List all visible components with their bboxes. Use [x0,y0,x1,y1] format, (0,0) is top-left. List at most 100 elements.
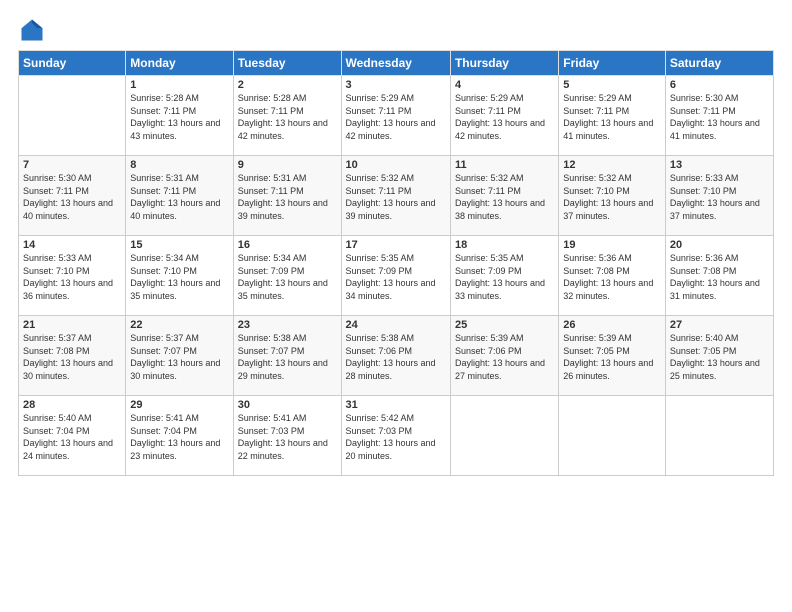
calendar-cell: 8Sunrise: 5:31 AMSunset: 7:11 PMDaylight… [126,156,233,236]
day-info: Sunrise: 5:34 AMSunset: 7:10 PMDaylight:… [130,252,228,302]
day-info: Sunrise: 5:39 AMSunset: 7:05 PMDaylight:… [563,332,661,382]
day-number: 29 [130,399,228,411]
calendar-cell: 16Sunrise: 5:34 AMSunset: 7:09 PMDayligh… [233,236,341,316]
calendar-cell [559,396,666,476]
calendar-cell [19,76,126,156]
day-info: Sunrise: 5:29 AMSunset: 7:11 PMDaylight:… [346,92,446,142]
calendar-cell: 10Sunrise: 5:32 AMSunset: 7:11 PMDayligh… [341,156,450,236]
calendar-cell: 7Sunrise: 5:30 AMSunset: 7:11 PMDaylight… [19,156,126,236]
week-row-3: 21Sunrise: 5:37 AMSunset: 7:08 PMDayligh… [19,316,774,396]
day-info: Sunrise: 5:40 AMSunset: 7:04 PMDaylight:… [23,412,121,462]
calendar-cell: 18Sunrise: 5:35 AMSunset: 7:09 PMDayligh… [450,236,558,316]
calendar-table: SundayMondayTuesdayWednesdayThursdayFrid… [18,50,774,476]
day-number: 19 [563,239,661,251]
calendar-cell: 21Sunrise: 5:37 AMSunset: 7:08 PMDayligh… [19,316,126,396]
day-number: 3 [346,79,446,91]
calendar-cell: 15Sunrise: 5:34 AMSunset: 7:10 PMDayligh… [126,236,233,316]
page: SundayMondayTuesdayWednesdayThursdayFrid… [0,0,792,612]
day-info: Sunrise: 5:42 AMSunset: 7:03 PMDaylight:… [346,412,446,462]
calendar-cell: 5Sunrise: 5:29 AMSunset: 7:11 PMDaylight… [559,76,666,156]
day-number: 4 [455,79,554,91]
day-info: Sunrise: 5:34 AMSunset: 7:09 PMDaylight:… [238,252,337,302]
header-day-saturday: Saturday [665,51,773,76]
calendar-cell: 9Sunrise: 5:31 AMSunset: 7:11 PMDaylight… [233,156,341,236]
day-info: Sunrise: 5:40 AMSunset: 7:05 PMDaylight:… [670,332,769,382]
week-row-4: 28Sunrise: 5:40 AMSunset: 7:04 PMDayligh… [19,396,774,476]
day-number: 9 [238,159,337,171]
calendar-header: SundayMondayTuesdayWednesdayThursdayFrid… [19,51,774,76]
day-info: Sunrise: 5:28 AMSunset: 7:11 PMDaylight:… [130,92,228,142]
day-number: 1 [130,79,228,91]
day-number: 13 [670,159,769,171]
calendar-cell: 31Sunrise: 5:42 AMSunset: 7:03 PMDayligh… [341,396,450,476]
day-number: 24 [346,319,446,331]
calendar-cell: 14Sunrise: 5:33 AMSunset: 7:10 PMDayligh… [19,236,126,316]
header-row: SundayMondayTuesdayWednesdayThursdayFrid… [19,51,774,76]
calendar-cell: 4Sunrise: 5:29 AMSunset: 7:11 PMDaylight… [450,76,558,156]
day-number: 8 [130,159,228,171]
day-info: Sunrise: 5:38 AMSunset: 7:06 PMDaylight:… [346,332,446,382]
day-number: 7 [23,159,121,171]
day-number: 22 [130,319,228,331]
day-info: Sunrise: 5:37 AMSunset: 7:08 PMDaylight:… [23,332,121,382]
day-number: 27 [670,319,769,331]
day-info: Sunrise: 5:37 AMSunset: 7:07 PMDaylight:… [130,332,228,382]
calendar-cell: 11Sunrise: 5:32 AMSunset: 7:11 PMDayligh… [450,156,558,236]
day-info: Sunrise: 5:36 AMSunset: 7:08 PMDaylight:… [563,252,661,302]
day-info: Sunrise: 5:35 AMSunset: 7:09 PMDaylight:… [455,252,554,302]
calendar-cell: 29Sunrise: 5:41 AMSunset: 7:04 PMDayligh… [126,396,233,476]
day-number: 28 [23,399,121,411]
day-number: 2 [238,79,337,91]
calendar-cell: 3Sunrise: 5:29 AMSunset: 7:11 PMDaylight… [341,76,450,156]
calendar-cell: 19Sunrise: 5:36 AMSunset: 7:08 PMDayligh… [559,236,666,316]
calendar-cell: 30Sunrise: 5:41 AMSunset: 7:03 PMDayligh… [233,396,341,476]
day-number: 30 [238,399,337,411]
calendar-cell: 1Sunrise: 5:28 AMSunset: 7:11 PMDaylight… [126,76,233,156]
day-info: Sunrise: 5:31 AMSunset: 7:11 PMDaylight:… [130,172,228,222]
calendar-cell: 25Sunrise: 5:39 AMSunset: 7:06 PMDayligh… [450,316,558,396]
day-info: Sunrise: 5:33 AMSunset: 7:10 PMDaylight:… [23,252,121,302]
header-day-sunday: Sunday [19,51,126,76]
day-info: Sunrise: 5:33 AMSunset: 7:10 PMDaylight:… [670,172,769,222]
calendar-cell [450,396,558,476]
day-info: Sunrise: 5:38 AMSunset: 7:07 PMDaylight:… [238,332,337,382]
week-row-1: 7Sunrise: 5:30 AMSunset: 7:11 PMDaylight… [19,156,774,236]
calendar-cell: 2Sunrise: 5:28 AMSunset: 7:11 PMDaylight… [233,76,341,156]
day-number: 25 [455,319,554,331]
header-day-tuesday: Tuesday [233,51,341,76]
day-number: 21 [23,319,121,331]
day-number: 26 [563,319,661,331]
week-row-2: 14Sunrise: 5:33 AMSunset: 7:10 PMDayligh… [19,236,774,316]
header-day-friday: Friday [559,51,666,76]
calendar-cell: 28Sunrise: 5:40 AMSunset: 7:04 PMDayligh… [19,396,126,476]
calendar-cell: 22Sunrise: 5:37 AMSunset: 7:07 PMDayligh… [126,316,233,396]
day-number: 15 [130,239,228,251]
day-info: Sunrise: 5:29 AMSunset: 7:11 PMDaylight:… [455,92,554,142]
calendar-cell: 27Sunrise: 5:40 AMSunset: 7:05 PMDayligh… [665,316,773,396]
day-number: 14 [23,239,121,251]
calendar-cell: 26Sunrise: 5:39 AMSunset: 7:05 PMDayligh… [559,316,666,396]
header-day-thursday: Thursday [450,51,558,76]
day-info: Sunrise: 5:36 AMSunset: 7:08 PMDaylight:… [670,252,769,302]
calendar-cell: 23Sunrise: 5:38 AMSunset: 7:07 PMDayligh… [233,316,341,396]
calendar-cell: 24Sunrise: 5:38 AMSunset: 7:06 PMDayligh… [341,316,450,396]
day-number: 10 [346,159,446,171]
day-number: 20 [670,239,769,251]
logo [18,16,50,44]
day-info: Sunrise: 5:30 AMSunset: 7:11 PMDaylight:… [23,172,121,222]
day-number: 6 [670,79,769,91]
day-info: Sunrise: 5:39 AMSunset: 7:06 PMDaylight:… [455,332,554,382]
day-number: 23 [238,319,337,331]
header [18,16,774,44]
day-info: Sunrise: 5:32 AMSunset: 7:11 PMDaylight:… [455,172,554,222]
day-info: Sunrise: 5:29 AMSunset: 7:11 PMDaylight:… [563,92,661,142]
day-number: 11 [455,159,554,171]
day-number: 18 [455,239,554,251]
week-row-0: 1Sunrise: 5:28 AMSunset: 7:11 PMDaylight… [19,76,774,156]
day-number: 17 [346,239,446,251]
calendar-body: 1Sunrise: 5:28 AMSunset: 7:11 PMDaylight… [19,76,774,476]
day-info: Sunrise: 5:41 AMSunset: 7:04 PMDaylight:… [130,412,228,462]
day-info: Sunrise: 5:32 AMSunset: 7:10 PMDaylight:… [563,172,661,222]
day-info: Sunrise: 5:31 AMSunset: 7:11 PMDaylight:… [238,172,337,222]
day-info: Sunrise: 5:41 AMSunset: 7:03 PMDaylight:… [238,412,337,462]
